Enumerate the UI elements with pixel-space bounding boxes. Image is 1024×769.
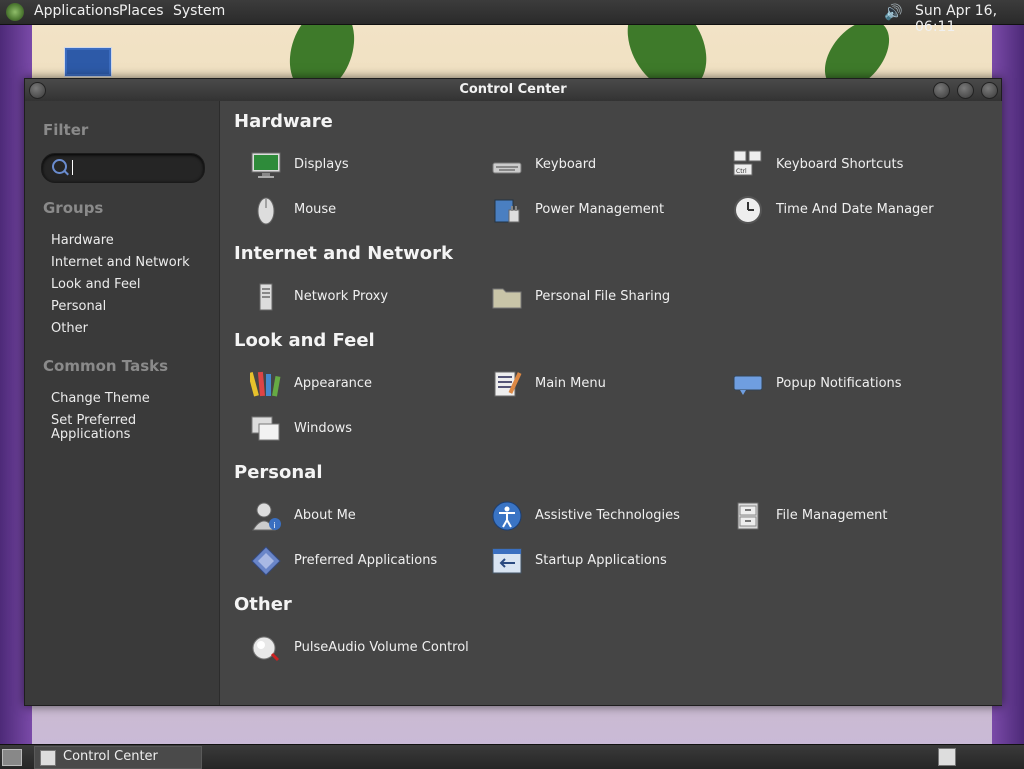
distro-logo-icon[interactable] — [6, 3, 24, 21]
show-desktop-icon[interactable] — [2, 749, 22, 766]
appearance-icon — [250, 371, 281, 397]
section-internet-title: Internet and Network — [234, 243, 453, 264]
task-change-theme[interactable]: Change Theme — [51, 392, 150, 406]
section-other-title: Other — [234, 594, 292, 615]
section-hardware-title: Hardware — [234, 111, 333, 132]
svg-text:Ctrl: Ctrl — [736, 168, 747, 175]
bottom-panel: Control Center — [0, 744, 1024, 769]
taskbar-label: Control Center — [63, 749, 158, 764]
top-panel: Applications Places System 🔊 Sun Apr 16,… — [0, 0, 1024, 35]
window-titlebar[interactable]: Control Center — [25, 79, 1001, 101]
volume-icon[interactable]: 🔊 — [884, 3, 903, 21]
pulseaudio-icon — [252, 636, 280, 662]
clock-icon — [734, 196, 762, 224]
filter-heading: Filter — [43, 121, 89, 139]
search-box[interactable] — [41, 153, 205, 183]
workspace-switcher-icon[interactable] — [938, 748, 956, 766]
windows-icon — [251, 416, 280, 441]
group-other[interactable]: Other — [51, 322, 88, 336]
control-center-window: Control Center Filter Groups Hardware In… — [24, 78, 1002, 706]
menu-applications[interactable]: Applications — [34, 3, 120, 19]
menu-places[interactable]: Places — [119, 3, 164, 19]
group-personal[interactable]: Personal — [51, 300, 106, 314]
popup-notification-icon — [733, 375, 763, 395]
keyboard-icon — [492, 162, 522, 174]
task-set-preferred-applications[interactable]: Set Preferred Applications — [51, 414, 136, 442]
window-menu-button[interactable] — [29, 82, 46, 99]
clock[interactable]: Sun Apr 16, 06:11 — [915, 3, 1024, 35]
sidebar: Filter Groups Hardware Internet and Netw… — [25, 101, 219, 705]
window-title: Control Center — [459, 82, 567, 97]
startup-applications-icon — [492, 548, 522, 574]
power-management-icon — [494, 199, 520, 223]
menu-system[interactable]: System — [173, 3, 225, 19]
about-me-icon: i — [252, 502, 281, 531]
display-icon — [251, 152, 281, 178]
taskbar-control-center[interactable]: Control Center — [34, 746, 202, 769]
main-menu-icon — [494, 371, 522, 397]
group-internet-and-network[interactable]: Internet and Network — [51, 256, 190, 270]
common-tasks-heading: Common Tasks — [43, 357, 169, 375]
file-cabinet-icon — [737, 502, 759, 530]
folder-share-icon — [492, 288, 522, 309]
svg-text:i: i — [274, 521, 276, 530]
control-center-app-icon — [40, 750, 56, 766]
groups-heading: Groups — [43, 199, 104, 217]
group-hardware[interactable]: Hardware — [51, 234, 114, 248]
minimize-button[interactable] — [933, 82, 950, 99]
mouse-icon — [257, 197, 275, 225]
desktop-computer-icon[interactable] — [64, 47, 112, 77]
group-look-and-feel[interactable]: Look and Feel — [51, 278, 141, 292]
search-input[interactable] — [70, 157, 200, 179]
section-personal-title: Personal — [234, 462, 323, 483]
maximize-button[interactable] — [957, 82, 974, 99]
accessibility-icon — [492, 501, 522, 531]
network-proxy-icon — [259, 283, 273, 311]
section-look-title: Look and Feel — [234, 330, 375, 351]
content-area: Hardware Displays Keyboard Ctrl Keyboard… — [219, 101, 1002, 705]
search-icon — [52, 159, 67, 174]
keyboard-shortcuts-icon: Ctrl — [733, 150, 762, 176]
preferred-applications-icon — [251, 546, 281, 576]
close-button[interactable] — [981, 82, 998, 99]
